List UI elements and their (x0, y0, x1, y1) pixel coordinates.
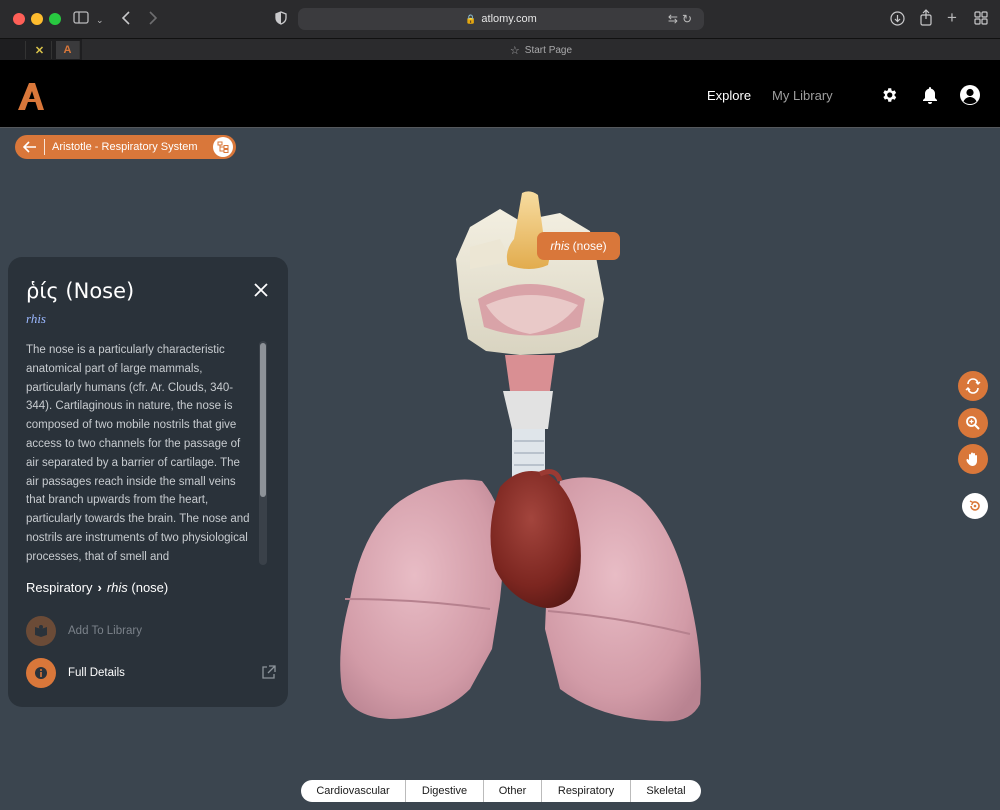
tab-start-page[interactable]: ☆ Start Page (82, 39, 1000, 61)
gear-icon[interactable] (878, 84, 900, 106)
url-text: atlomy.com (481, 13, 537, 25)
close-window-button[interactable] (13, 13, 25, 25)
browser-toolbar: ⌄ 🔒 atlomy.com ⇆↻ + (0, 0, 1000, 38)
category-tabs: Cardiovascular Digestive Other Respirato… (301, 780, 701, 802)
tab-title: Start Page (524, 44, 573, 56)
hand-icon (966, 452, 977, 466)
breadcrumb: Aristotle - Respiratory System (15, 135, 236, 159)
tab-bar: ✕ A ☆ Start Page (0, 38, 1000, 61)
account-icon[interactable] (959, 84, 981, 106)
full-details-label: Full Details (68, 667, 125, 679)
nose-label-gloss: (nose) (572, 239, 607, 253)
term-info-panel: ῥίς (Nose) rhis The nose is a particular… (8, 257, 288, 707)
nav-my-library[interactable]: My Library (772, 88, 833, 103)
hierarchy-icon[interactable] (213, 137, 233, 157)
atlomy-logo[interactable] (16, 81, 46, 116)
path-term: rhis (106, 580, 128, 595)
apple-tab-icon[interactable] (2, 41, 26, 59)
scrollbar-thumb[interactable] (260, 343, 266, 497)
add-to-library-button[interactable]: Add To Library (26, 616, 276, 646)
chevron-down-icon[interactable]: ⌄ (96, 12, 104, 28)
full-details-button[interactable]: Full Details (26, 658, 276, 688)
reset-view-button[interactable] (962, 493, 988, 519)
path-term-gloss: (nose) (131, 580, 169, 595)
shield-icon[interactable] (275, 11, 287, 29)
tab-digestive[interactable]: Digestive (406, 780, 484, 802)
zoom-button[interactable] (958, 408, 988, 438)
back-arrow-button[interactable] (15, 139, 45, 155)
path-system[interactable]: Respiratory (26, 580, 92, 595)
minimize-window-button[interactable] (31, 13, 43, 25)
back-icon[interactable] (121, 10, 131, 30)
reset-icon (969, 500, 980, 511)
library-book-icon (26, 616, 56, 646)
term-description: The nose is a particularly characteristi… (26, 344, 250, 563)
pan-button[interactable] (958, 444, 988, 474)
new-tab-icon[interactable]: + (947, 9, 957, 26)
term-title: ῥίς (Nose) (26, 279, 135, 303)
tab-other[interactable]: Other (484, 780, 542, 802)
address-bar[interactable]: 🔒 atlomy.com ⇆↻ (298, 8, 704, 30)
term-transliteration: rhis (26, 311, 46, 326)
nose-label-term: rhis (550, 239, 570, 253)
sidebar-toggle-icon[interactable] (73, 11, 89, 28)
translate-reload-icons[interactable]: ⇆↻ (668, 12, 696, 26)
tab-cardiovascular[interactable]: Cardiovascular (301, 780, 406, 802)
info-icon (26, 658, 56, 688)
forward-icon[interactable] (148, 10, 158, 30)
bell-icon[interactable] (919, 84, 941, 106)
add-to-library-label: Add To Library (68, 625, 142, 637)
zoom-icon (966, 416, 980, 430)
downloads-icon[interactable] (890, 11, 905, 30)
external-link-icon[interactable] (261, 665, 276, 685)
atlomy-tab-icon[interactable]: A (56, 41, 80, 59)
close-icon[interactable] (252, 281, 270, 299)
x-tab-icon[interactable]: ✕ (28, 41, 52, 59)
tab-skeletal[interactable]: Skeletal (631, 780, 701, 802)
app-header: Explore My Library (0, 60, 1000, 128)
lock-icon: 🔒 (465, 13, 477, 24)
nav-explore[interactable]: Explore (707, 88, 751, 103)
tab-respiratory[interactable]: Respiratory (542, 780, 631, 802)
star-icon: ☆ (509, 44, 520, 57)
term-path: Respiratory › rhis (nose) (26, 580, 168, 595)
breadcrumb-title: Aristotle - Respiratory System (52, 141, 198, 153)
share-icon[interactable] (919, 9, 933, 30)
chevron-right-icon: › (97, 580, 102, 595)
rotate-icon (965, 378, 981, 394)
tab-overview-icon[interactable] (974, 11, 988, 29)
rotate-button[interactable] (958, 371, 988, 401)
nose-label[interactable]: rhis (nose) (537, 232, 620, 260)
maximize-window-button[interactable] (49, 13, 61, 25)
